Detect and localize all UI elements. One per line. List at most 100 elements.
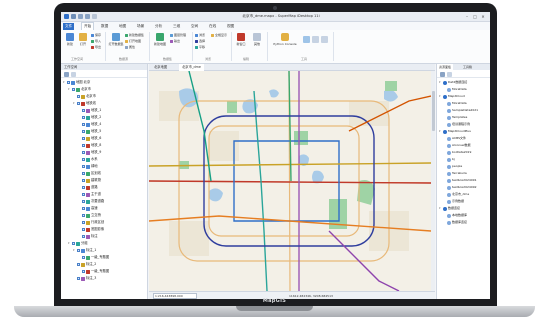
refresh-icon[interactable]: [440, 71, 445, 77]
tree-item[interactable]: 北京市: [61, 93, 147, 100]
redo-icon[interactable]: [85, 14, 90, 19]
visibility-checkbox[interactable]: [77, 263, 80, 266]
resource-item[interactable]: 培训课程示例: [437, 121, 490, 128]
expand-toggle-icon[interactable]: ▾: [73, 102, 76, 105]
minimize-button[interactable]: –: [464, 14, 470, 20]
tree-item[interactable]: ▾ 地图 北京: [61, 79, 147, 86]
visibility-checkbox[interactable]: [82, 116, 85, 119]
pan-button[interactable]: 平移: [195, 45, 205, 50]
tree-item[interactable]: ▾ 标注_1: [61, 247, 147, 254]
tree-item[interactable]: 行政区划: [61, 219, 147, 226]
undo-icon[interactable]: [78, 14, 83, 19]
filter-icon[interactable]: [64, 71, 69, 77]
tree-item[interactable]: 地铁_5: [61, 128, 147, 135]
visibility-checkbox[interactable]: [82, 200, 85, 203]
browse-button[interactable]: 浏览: [195, 33, 205, 38]
tree-item[interactable]: 一级_专题图: [61, 254, 147, 261]
new-window-button[interactable]: 新窗口: [234, 33, 248, 46]
tab-spatial[interactable]: 空间: [189, 23, 200, 30]
customize-icon[interactable]: [92, 14, 97, 19]
tree-item[interactable]: ▾ 分组: [61, 240, 147, 247]
resource-item[interactable]: SampleData2021: [437, 107, 490, 114]
visibility-checkbox[interactable]: [77, 102, 80, 105]
tab-beijing-map[interactable]: 北京地图: [151, 64, 170, 71]
resource-item[interactable]: testbox2024091: [437, 177, 490, 184]
open-dataset-button[interactable]: 打开数据集: [108, 33, 124, 46]
resource-item[interactable]: 本地数据库: [437, 212, 490, 219]
tree-item[interactable]: 地铁_6: [61, 135, 147, 142]
visibility-checkbox[interactable]: [77, 249, 80, 252]
tree-item[interactable]: 建筑物: [61, 177, 147, 184]
tool-icon[interactable]: [312, 36, 319, 43]
resource-item[interactable]: Terrabuila: [437, 170, 490, 177]
resource-item[interactable]: people: [437, 163, 490, 170]
visibility-checkbox[interactable]: [82, 186, 85, 189]
resource-item[interactable]: MoreData: [437, 86, 490, 93]
maximize-button[interactable]: □: [472, 14, 478, 20]
visibility-checkbox[interactable]: [82, 221, 85, 224]
visibility-checkbox[interactable]: [77, 277, 80, 280]
select-button[interactable]: 选择: [195, 39, 205, 44]
tab-map[interactable]: 地图: [117, 23, 128, 30]
visibility-checkbox[interactable]: [82, 130, 85, 133]
expand-toggle-icon[interactable]: ▾: [439, 130, 441, 133]
tab-3d[interactable]: 三维: [171, 23, 182, 30]
tree-item[interactable]: 绿地: [61, 163, 147, 170]
visibility-checkbox[interactable]: [77, 95, 80, 98]
import-button[interactable]: 导入: [91, 39, 101, 44]
visibility-checkbox[interactable]: [82, 207, 85, 210]
tree-item[interactable]: 底图影像: [61, 226, 147, 233]
tree-item[interactable]: 标注_2: [61, 261, 147, 268]
tree-item[interactable]: 标注: [61, 233, 147, 240]
expand-toggle-icon[interactable]: ▾: [68, 88, 71, 91]
visibility-checkbox[interactable]: [82, 158, 85, 161]
expand-toggle-icon[interactable]: ▾: [439, 81, 441, 84]
resource-item[interactable]: 数据库连接: [437, 219, 490, 226]
layer-manager-button[interactable]: 图层管理: [170, 33, 186, 38]
tree-item[interactable]: 地铁_2: [61, 114, 147, 121]
export-button[interactable]: 导出: [91, 45, 101, 50]
tree-item[interactable]: 次要道路: [61, 198, 147, 205]
save-button[interactable]: 保存: [91, 33, 101, 38]
visibility-checkbox[interactable]: [72, 88, 75, 91]
resource-item[interactable]: ▾ MapXCloudPlus: [437, 128, 490, 135]
tree-item[interactable]: 地铁_4: [61, 121, 147, 128]
resource-item[interactable]: boiData2019: [437, 149, 490, 156]
file-tab[interactable]: 文件: [63, 23, 75, 30]
tree-item[interactable]: ▾ 地铁线: [61, 100, 147, 107]
new-map-button[interactable]: 新建地图: [152, 33, 168, 46]
add-connection-icon[interactable]: [447, 71, 452, 77]
visibility-checkbox[interactable]: [82, 214, 85, 217]
resource-item[interactable]: Alconsel数据: [437, 142, 490, 149]
tree-item[interactable]: 道路: [61, 184, 147, 191]
visibility-checkbox[interactable]: [82, 235, 85, 238]
resource-item[interactable]: 北京市_dme: [437, 191, 490, 198]
tree-item[interactable]: 水系: [61, 156, 147, 163]
expand-toggle-icon[interactable]: ▾: [439, 207, 441, 210]
visibility-checkbox[interactable]: [82, 165, 85, 168]
tab-home[interactable]: 开始: [81, 22, 95, 30]
visibility-checkbox[interactable]: [82, 151, 85, 154]
tab-view[interactable]: 视图: [225, 23, 236, 30]
scale-input[interactable]: 1:216,443898.000: [153, 293, 197, 299]
open-button[interactable]: 打开: [77, 33, 89, 46]
expand-toggle-icon[interactable]: ▾: [68, 242, 71, 245]
tree-item[interactable]: 地铁_1: [61, 107, 147, 114]
visibility-checkbox[interactable]: [82, 137, 85, 140]
resource-item[interactable]: bj: [437, 156, 490, 163]
resource-item[interactable]: Templates: [437, 114, 490, 121]
resource-item[interactable]: testbox2024092: [437, 184, 490, 191]
open-map-small-button[interactable]: 打开地图: [125, 39, 141, 44]
tab-scene[interactable]: 场景: [135, 23, 146, 30]
tree-item[interactable]: 标注_3: [61, 275, 147, 282]
tree-item[interactable]: 地铁_9: [61, 149, 147, 156]
visibility-checkbox[interactable]: [72, 242, 75, 245]
tree-item[interactable]: 区划线: [61, 170, 147, 177]
map-vertical-scrollbar[interactable]: [431, 71, 435, 291]
property-button[interactable]: 属性: [125, 45, 135, 50]
resource-item[interactable]: ACBS文件: [437, 135, 490, 142]
visibility-checkbox[interactable]: [82, 109, 85, 112]
resource-item[interactable]: ▾ Dat2数据连接: [437, 79, 490, 86]
tree-item[interactable]: ▾ 北京市: [61, 86, 147, 93]
visibility-checkbox[interactable]: [82, 228, 85, 231]
